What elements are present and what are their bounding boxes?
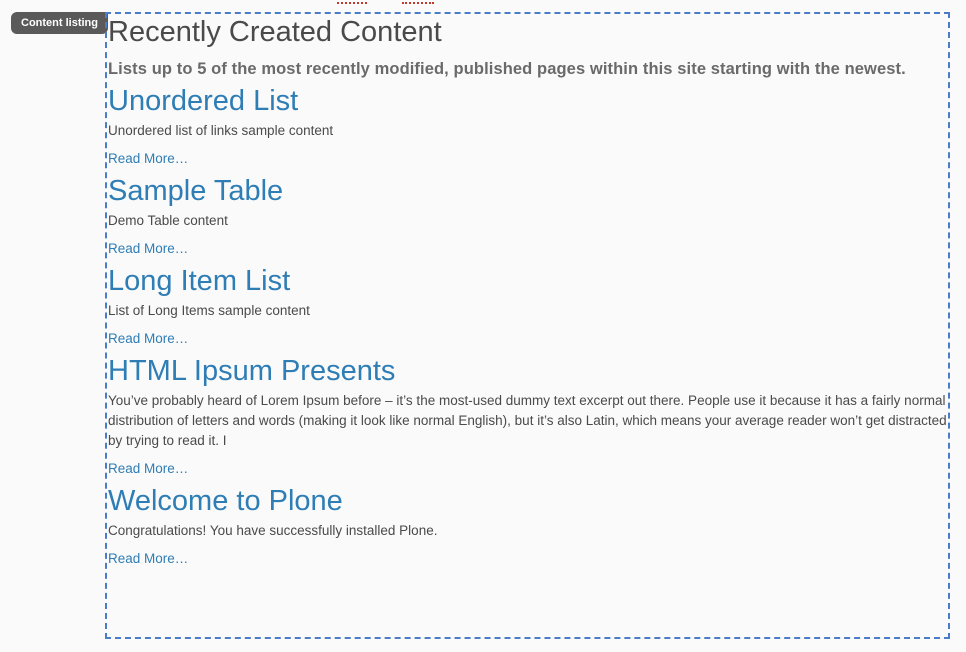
item-description: You’ve probably heard of Lorem Ipsum bef… xyxy=(108,393,947,448)
spellcheck-marks xyxy=(0,0,966,4)
list-item: Welcome to Plone Congratulations! You ha… xyxy=(108,484,948,568)
listing-title: Recently Created Content xyxy=(108,16,442,48)
spellcheck-underline xyxy=(337,0,367,4)
item-description: Demo Table content xyxy=(108,213,228,228)
item-description: Unordered list of links sample content xyxy=(108,123,334,138)
listing-description: Lists up to 5 of the most recently modif… xyxy=(108,60,906,78)
item-title-link[interactable]: Welcome to Plone xyxy=(108,484,343,518)
list-item: Long Item List List of Long Items sample… xyxy=(108,264,948,348)
list-item: HTML Ipsum Presents You’ve probably hear… xyxy=(108,354,948,478)
item-title-link[interactable]: Long Item List xyxy=(108,264,290,298)
listing-body: Recently Created Content Lists up to 5 o… xyxy=(108,14,948,568)
list-item: Sample Table Demo Table content Read Mor… xyxy=(108,174,948,258)
read-more-link[interactable]: Read More… xyxy=(108,240,188,258)
spellcheck-underline xyxy=(402,0,434,4)
list-item: Unordered List Unordered list of links s… xyxy=(108,84,948,168)
item-title-link[interactable]: Unordered List xyxy=(108,84,298,118)
item-description: Congratulations! You have successfully i… xyxy=(108,523,438,538)
item-title-link[interactable]: Sample Table xyxy=(108,174,283,208)
read-more-link[interactable]: Read More… xyxy=(108,550,188,568)
read-more-link[interactable]: Read More… xyxy=(108,330,188,348)
item-description: List of Long Items sample content xyxy=(108,303,310,318)
read-more-link[interactable]: Read More… xyxy=(108,150,188,168)
read-more-link[interactable]: Read More… xyxy=(108,460,188,478)
item-title-link[interactable]: HTML Ipsum Presents xyxy=(108,354,395,388)
tile-type-badge[interactable]: Content listing xyxy=(11,12,108,34)
content-listing-tile[interactable]: Recently Created Content Lists up to 5 o… xyxy=(105,12,950,639)
